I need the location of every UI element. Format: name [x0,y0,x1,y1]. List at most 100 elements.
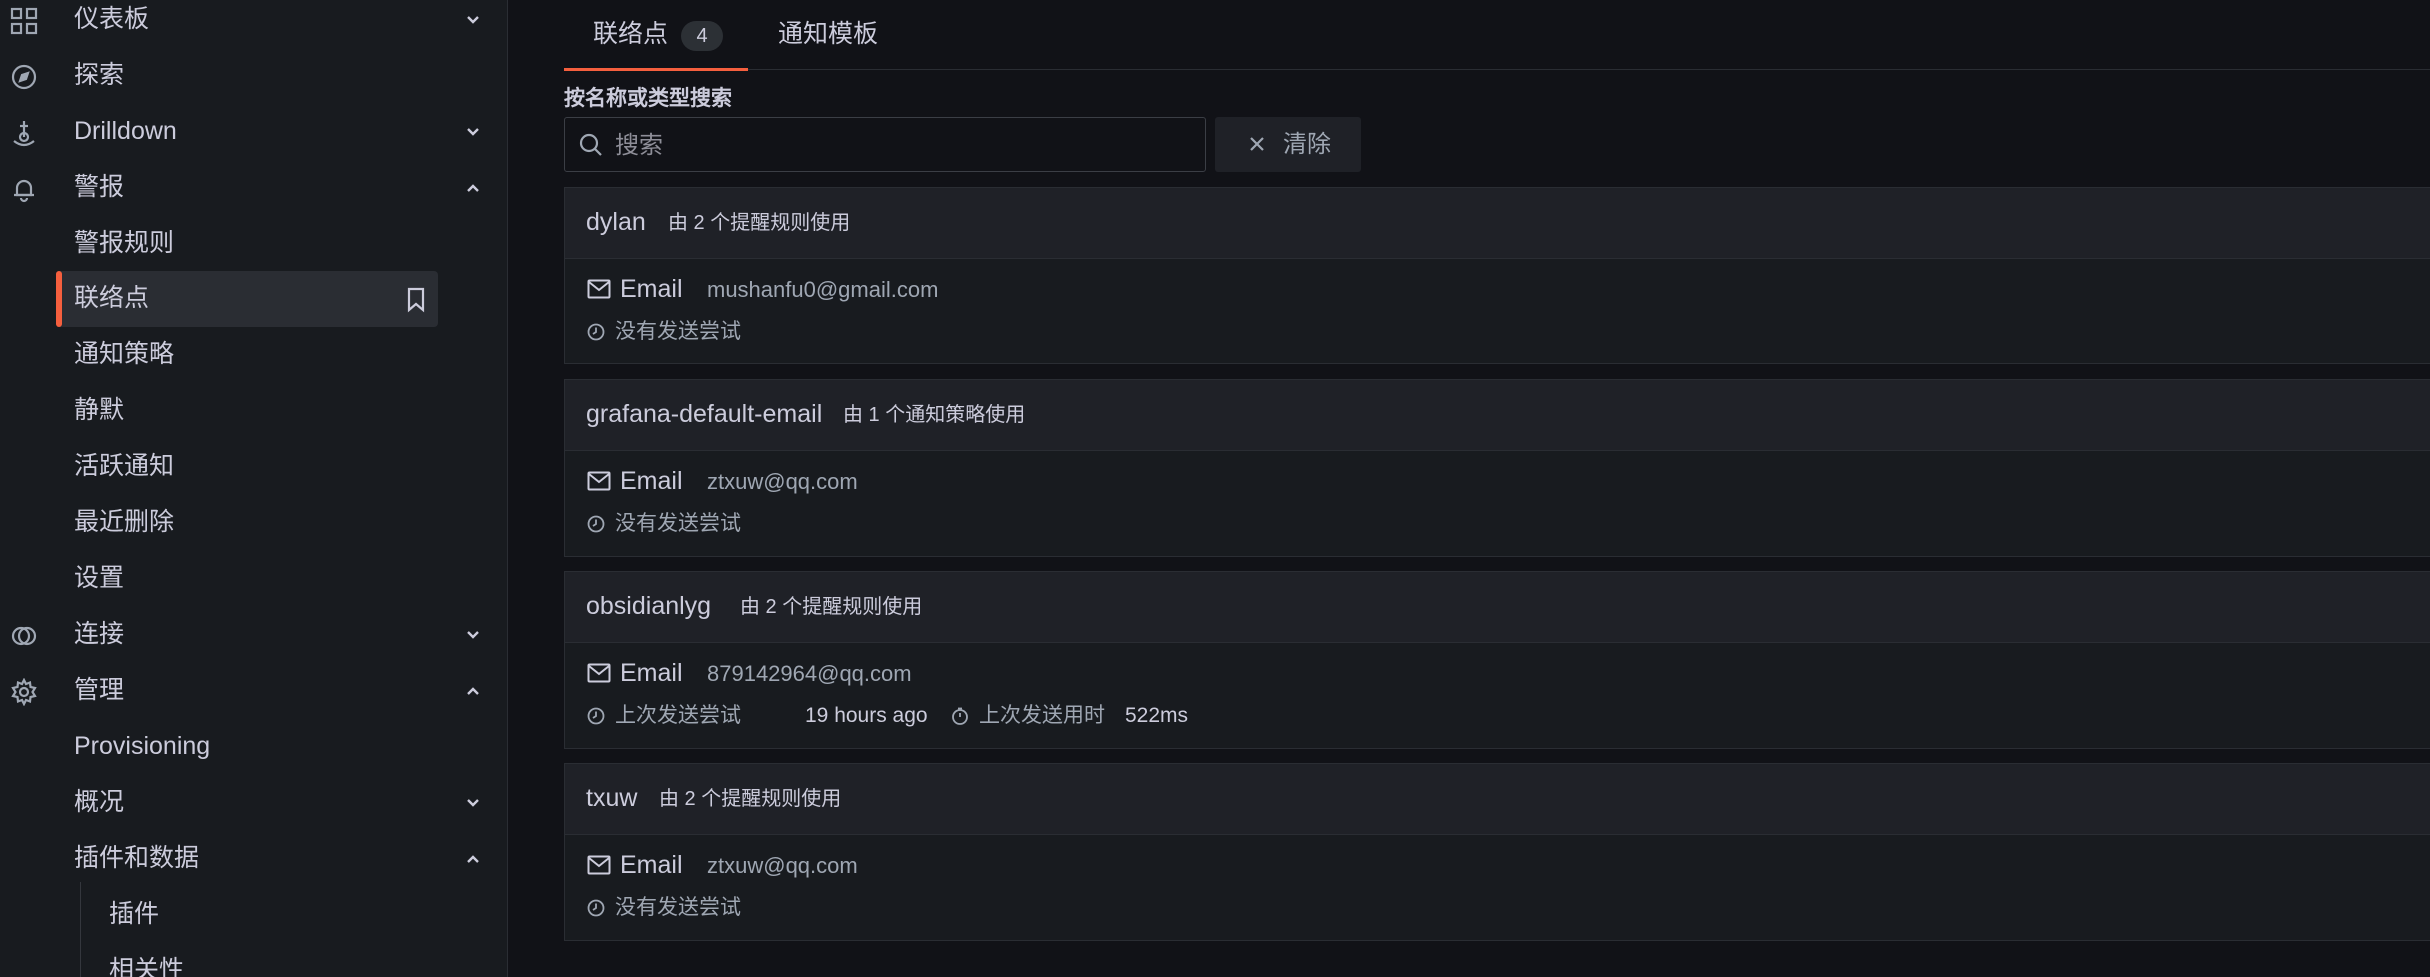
sidebar-item-settings[interactable]: 设置 [0,551,507,607]
last-duration-label: 上次发送用时 [979,704,1105,727]
card-header: dylan 由 2 个提醒规则使用 [565,188,2430,259]
link-icon [10,622,38,650]
clock-icon [587,323,605,341]
sidebar-item-contact-points[interactable]: 联络点 [0,271,507,327]
drilldown-icon [10,119,38,147]
last-duration-value: 522ms [1125,704,1189,727]
tab-bar: 联络点 4 通知模板 [564,0,2430,71]
search-field[interactable] [564,117,1206,173]
clock-icon [587,515,605,533]
stopwatch-icon [951,707,969,725]
sidebar-item-label: 警报规则 [74,229,175,257]
tab-counter-badge: 4 [681,21,723,51]
contact-point-card: txuw 由 2 个提醒规则使用 Email ztxuw@qq.com 没有发送… [564,763,2430,941]
envelope-icon [587,855,611,875]
active-tab-underline [564,68,748,71]
card-header: txuw 由 2 个提醒规则使用 [565,764,2430,835]
sidebar-item-administration[interactable]: 管理 [0,663,507,719]
integration-address: 879142964@qq.com [707,661,912,686]
last-attempt-label: 上次发送尝试 [615,704,741,727]
sidebar-item-general[interactable]: 概况 [0,775,507,831]
chevron-down-icon[interactable] [462,121,484,143]
integration-type: Email [620,659,683,687]
sidebar-item-active-notifications[interactable]: 活跃通知 [0,439,507,495]
chevron-down-icon[interactable] [462,792,484,814]
chevron-up-icon[interactable] [462,848,484,870]
chevron-up-icon[interactable] [462,177,484,199]
compass-icon [10,63,38,91]
main-content: 联络点 4 通知模板 按名称或类型搜索 清除 dylan 由 2 个提醒规则使用… [508,0,2430,977]
sidebar-item-label: 管理 [74,676,125,704]
sidebar-item-label: 最近删除 [74,508,175,536]
sidebar-item-alerting[interactable]: 警报 [0,160,507,216]
integration-address: ztxuw@qq.com [707,469,858,494]
card-header: obsidianlyg 由 2 个提醒规则使用 [565,572,2430,643]
tab-label: 通知模板 [778,20,879,48]
envelope-icon [587,663,611,683]
usage-text[interactable]: 由 2 个提醒规则使用 [740,594,922,620]
search-icon [578,132,604,158]
sidebar-item-label: Drilldown [74,117,177,145]
contact-point-name: grafana-default-email [586,400,823,428]
sidebar-item-correlations[interactable]: 相关性 [0,943,507,977]
integration-address: mushanfu0@gmail.com [707,277,939,302]
tab-contact-points[interactable]: 联络点 4 [564,0,748,71]
delivery-status: 没有发送尝试 [615,512,741,535]
sidebar-item-silences[interactable]: 静默 [0,383,507,439]
contact-point-name: txuw [586,784,638,812]
sidebar-item-alert-rules[interactable]: 警报规则 [0,216,507,272]
sidebar-item-label: 探索 [74,61,125,89]
chevron-up-icon[interactable] [462,680,484,702]
last-attempt-value: 19 hours ago [805,704,928,727]
close-icon [1247,134,1267,154]
bell-icon [10,175,38,203]
integration-type: Email [620,851,683,879]
sidebar-item-label: 设置 [74,564,125,592]
sidebar-item-plugins[interactable]: 插件 [0,887,507,943]
clear-button[interactable]: 清除 [1215,117,1361,172]
sidebar-item-notification-policies[interactable]: 通知策略 [0,327,507,383]
gear-icon [10,678,38,706]
contact-point-name: obsidianlyg [586,592,712,620]
integration-type: Email [620,275,683,303]
integration-type: Email [620,467,683,495]
sidebar-item-label: 静默 [74,396,125,424]
contact-point-card: grafana-default-email 由 1 个通知策略使用 Email … [564,379,2430,557]
sidebar-item-label: 仪表板 [74,5,150,33]
integration-address: ztxuw@qq.com [707,853,858,878]
sidebar-item-label: 联络点 [74,284,150,312]
bookmark-icon[interactable] [405,287,427,313]
card-header: grafana-default-email 由 1 个通知策略使用 [565,380,2430,451]
sidebar-item-label: 概况 [74,788,125,816]
sidebar-item-plugins-and-data[interactable]: 插件和数据 [0,831,507,887]
usage-text[interactable]: 由 2 个提醒规则使用 [668,210,850,236]
sidebar-item-label: Provisioning [74,732,211,760]
sidebar: 仪表板 探索 Drilldown 警报 警报规则 联络点 通知策略 静默 活跃通… [0,0,508,977]
sidebar-item-label: 通知策略 [74,340,175,368]
clear-label: 清除 [1283,131,1331,158]
delivery-status: 没有发送尝试 [615,320,741,343]
chevron-down-icon[interactable] [462,624,484,646]
usage-text[interactable]: 由 1 个通知策略使用 [843,402,1025,428]
tab-notification-templates[interactable]: 通知模板 [748,0,904,69]
chevron-down-icon[interactable] [462,9,484,31]
sidebar-item-label: 活跃通知 [74,452,175,480]
sidebar-item-recently-deleted[interactable]: 最近删除 [0,495,507,551]
search-label: 按名称或类型搜索 [564,87,732,110]
sidebar-item-label: 警报 [74,173,125,201]
grid-icon [10,7,38,35]
envelope-icon [587,471,611,491]
sidebar-item-drilldown[interactable]: Drilldown [0,104,507,160]
sidebar-item-dashboards[interactable]: 仪表板 [0,0,507,48]
clock-icon [587,899,605,917]
usage-text[interactable]: 由 2 个提醒规则使用 [659,786,841,812]
clock-icon [587,707,605,725]
sidebar-item-label: 插件和数据 [74,844,200,872]
search-input[interactable] [613,118,1197,173]
sidebar-item-connections[interactable]: 连接 [0,607,507,663]
sidebar-item-explore[interactable]: 探索 [0,48,507,104]
contact-point-name: dylan [586,208,646,236]
delivery-status: 没有发送尝试 [615,896,741,919]
sidebar-item-provisioning[interactable]: Provisioning [0,719,507,775]
envelope-icon [587,279,611,299]
